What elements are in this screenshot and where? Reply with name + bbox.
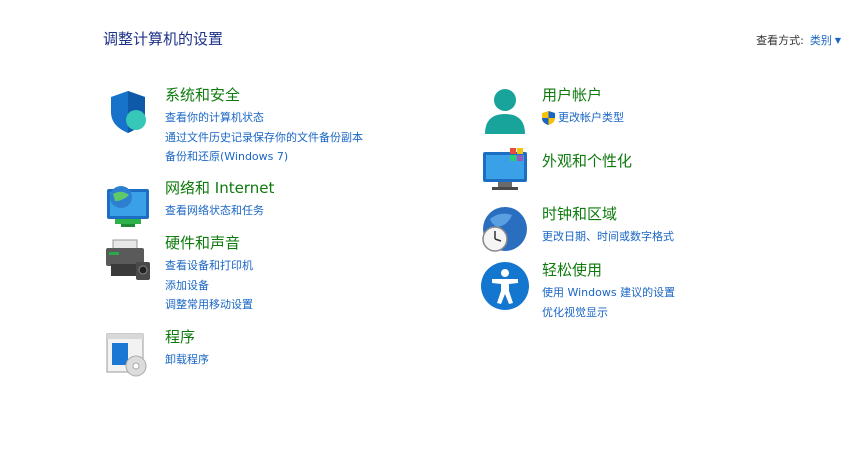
category-title-network[interactable]: 网络和 Internet — [165, 179, 274, 197]
category-title-ease[interactable]: 轻松使用 — [542, 261, 675, 279]
view-by-label: 查看方式: — [756, 34, 804, 47]
page-title: 调整计算机的设置 — [103, 30, 224, 48]
link-backup-restore[interactable]: 备份和还原(Windows 7) — [165, 147, 363, 167]
view-by-control: 查看方式: 类别 ▼ — [756, 32, 841, 48]
category-network: 网络和 Internet 查看网络状态和任务 — [103, 179, 274, 229]
link-windows-recommended[interactable]: 使用 Windows 建议的设置 — [542, 283, 675, 303]
link-change-account-type[interactable]: 更改帐户类型 — [542, 108, 624, 128]
monitor-palette-icon — [480, 144, 530, 194]
category-hardware-sound: 硬件和声音 查看设备和打印机 添加设备 调整常用移动设置 — [103, 234, 253, 315]
view-by-value: 类别 — [809, 34, 832, 47]
category-title-user[interactable]: 用户帐户 — [542, 86, 624, 104]
category-system-security: 系统和安全 查看你的计算机状态 通过文件历史记录保存你的文件备份副本 备份和还原… — [103, 86, 363, 167]
chevron-down-icon: ▼ — [834, 35, 841, 45]
link-optimize-display[interactable]: 优化视觉显示 — [542, 303, 675, 323]
category-clock-region: 时钟和区域 更改日期、时间或数字格式 — [480, 205, 674, 255]
link-devices-printers[interactable]: 查看设备和打印机 — [165, 256, 253, 276]
view-by-dropdown[interactable]: 类别 ▼ — [810, 32, 841, 48]
user-icon — [480, 86, 530, 136]
globe-clock-icon — [480, 205, 530, 255]
network-globe-icon — [103, 179, 153, 229]
category-appearance: 外观和个性化 — [480, 144, 632, 194]
category-programs: 程序 卸载程序 — [103, 328, 209, 378]
link-network-status[interactable]: 查看网络状态和任务 — [165, 201, 274, 221]
uac-shield-icon — [542, 110, 555, 125]
shield-icon — [103, 86, 153, 136]
link-uninstall-program[interactable]: 卸载程序 — [165, 350, 209, 370]
link-view-computer-status[interactable]: 查看你的计算机状态 — [165, 108, 363, 128]
link-date-time-format[interactable]: 更改日期、时间或数字格式 — [542, 227, 674, 247]
category-title-programs[interactable]: 程序 — [165, 328, 209, 346]
category-title-appearance[interactable]: 外观和个性化 — [542, 152, 632, 170]
link-add-device[interactable]: 添加设备 — [165, 276, 253, 296]
printer-icon — [103, 234, 153, 284]
category-title-hardware[interactable]: 硬件和声音 — [165, 234, 253, 252]
category-title-system[interactable]: 系统和安全 — [165, 86, 363, 104]
link-change-account-type-label: 更改帐户类型 — [558, 111, 624, 124]
link-mobility-settings[interactable]: 调整常用移动设置 — [165, 295, 253, 315]
category-title-clock[interactable]: 时钟和区域 — [542, 205, 674, 223]
programs-box-icon — [103, 328, 153, 378]
accessibility-icon — [480, 261, 530, 311]
category-ease-of-access: 轻松使用 使用 Windows 建议的设置 优化视觉显示 — [480, 261, 675, 322]
link-file-history[interactable]: 通过文件历史记录保存你的文件备份副本 — [165, 128, 363, 148]
category-user-accounts: 用户帐户 更改帐户类型 — [480, 86, 624, 136]
